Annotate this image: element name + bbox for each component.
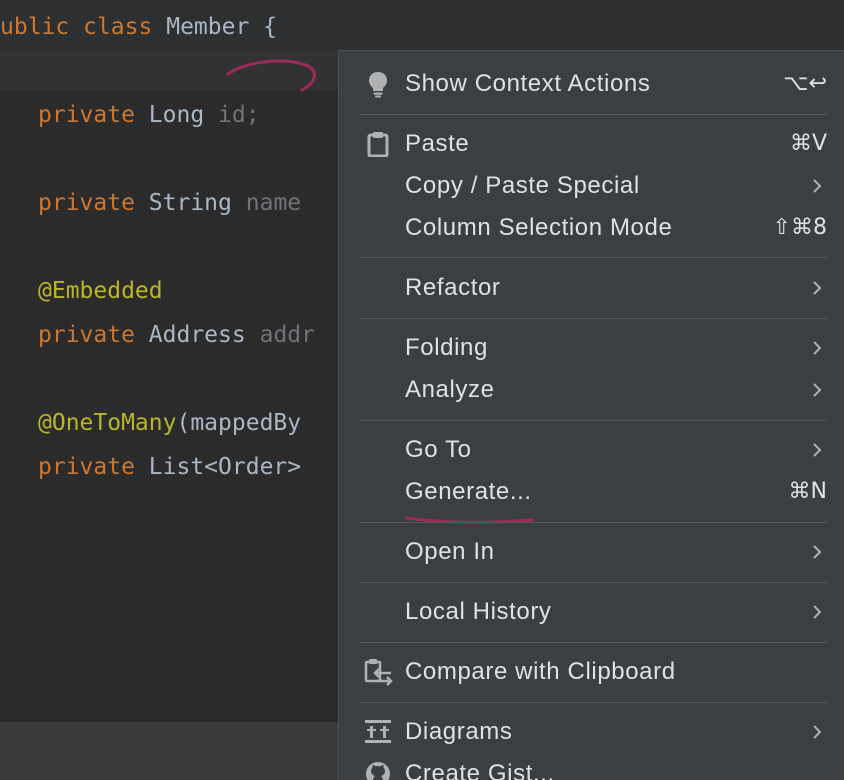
- hand-drawn-underline-mark: [405, 516, 535, 524]
- menu-separator: [361, 522, 827, 523]
- keyword: private: [38, 322, 135, 348]
- hand-drawn-circle-mark: [226, 59, 317, 92]
- code-line[interactable]: private Address addr: [38, 320, 315, 350]
- keyword: private: [38, 190, 135, 216]
- code-line[interactable]: private List<Order>: [38, 452, 301, 482]
- class-name: Member: [166, 14, 250, 40]
- menu-item-paste[interactable]: Paste ⌘V: [339, 123, 844, 165]
- chevron-right-icon: [813, 725, 822, 739]
- menu-separator: [361, 420, 827, 421]
- field-name: name: [245, 190, 302, 216]
- diagram-icon: [363, 717, 393, 747]
- menu-item-analyze[interactable]: Analyze: [339, 369, 844, 411]
- menu-item-label: Copy / Paste Special: [405, 172, 640, 199]
- field-name: addr: [259, 322, 315, 348]
- shortcut-label: ⇧⌘8: [772, 215, 827, 240]
- menu-item-label: Refactor: [405, 274, 501, 301]
- chevron-right-icon: [813, 605, 822, 619]
- editor-status-band: [0, 722, 340, 780]
- chevron-right-icon: [813, 281, 822, 295]
- menu-item-generate[interactable]: Generate... ⌘N: [339, 471, 844, 513]
- code-line[interactable]: @OneToMany(mappedBy: [38, 408, 301, 438]
- menu-separator: [361, 318, 827, 319]
- menu-item-label: Show Context Actions: [405, 70, 651, 97]
- chevron-right-icon: [813, 443, 822, 457]
- shortcut-label: ⌘N: [788, 479, 827, 504]
- keyword: private: [38, 102, 135, 128]
- menu-item-label: Analyze: [405, 376, 495, 403]
- menu-item-label: Paste: [405, 130, 470, 157]
- type-name: Address: [148, 322, 246, 348]
- chevron-right-icon: [813, 179, 822, 193]
- type-name: Long: [148, 102, 205, 128]
- menu-item-label: Folding: [405, 334, 488, 361]
- menu-item-diagrams[interactable]: Diagrams: [339, 711, 844, 753]
- menu-item-local-history[interactable]: Local History: [339, 591, 844, 633]
- menu-item-create-gist[interactable]: Create Gist...: [339, 753, 844, 780]
- keyword: class: [83, 14, 153, 40]
- shortcut-label: ⌘V: [789, 131, 827, 156]
- menu-item-label: Create Gist...: [405, 760, 555, 780]
- type-name: List<Order>: [148, 454, 302, 480]
- github-icon: [363, 759, 393, 780]
- code-line[interactable]: @Embedded: [38, 276, 163, 306]
- menu-item-open-in[interactable]: Open In: [339, 531, 844, 573]
- compare-clipboard-icon: [363, 657, 393, 687]
- keyword: private: [38, 454, 135, 480]
- chevron-right-icon: [813, 545, 822, 559]
- menu-item-folding[interactable]: Folding: [339, 327, 844, 369]
- menu-separator: [361, 257, 827, 258]
- shortcut-label: ⌥↩: [783, 71, 827, 96]
- field-name: id;: [218, 102, 260, 128]
- context-menu: Show Context Actions ⌥↩ Paste ⌘V Copy / …: [338, 50, 844, 780]
- code-line[interactable]: private String name: [38, 188, 301, 218]
- menu-item-label: Compare with Clipboard: [405, 658, 676, 685]
- menu-item-label: Go To: [405, 436, 472, 463]
- menu-item-label: Generate...: [405, 478, 532, 505]
- menu-item-refactor[interactable]: Refactor: [339, 267, 844, 309]
- menu-item-label: Local History: [405, 598, 552, 625]
- menu-separator: [361, 582, 827, 583]
- annotation-args: (mappedBy: [176, 410, 302, 436]
- annotation: @OneToMany: [38, 410, 177, 436]
- menu-item-copy-paste-special[interactable]: Copy / Paste Special: [339, 165, 844, 207]
- menu-item-label: Diagrams: [405, 718, 513, 745]
- keyword: ublic: [0, 14, 70, 40]
- menu-item-go-to[interactable]: Go To: [339, 429, 844, 471]
- code-line[interactable]: private Long id;: [38, 100, 260, 130]
- type-name: String: [148, 190, 232, 216]
- menu-item-compare-with-clipboard[interactable]: Compare with Clipboard: [339, 651, 844, 693]
- menu-item-column-selection-mode[interactable]: Column Selection Mode ⇧⌘8: [339, 207, 844, 249]
- chevron-right-icon: [813, 383, 822, 397]
- menu-item-show-context-actions[interactable]: Show Context Actions ⌥↩: [339, 63, 844, 105]
- menu-separator: [361, 702, 827, 703]
- menu-item-label: Open In: [405, 538, 495, 565]
- clipboard-icon: [363, 129, 393, 159]
- code-line-class-header[interactable]: ublic class Member {: [0, 12, 277, 42]
- annotation: @Embedded: [38, 278, 163, 304]
- chevron-right-icon: [813, 341, 822, 355]
- menu-separator: [361, 642, 827, 643]
- brace: {: [263, 14, 278, 40]
- lightbulb-icon: [363, 69, 393, 99]
- menu-item-label: Column Selection Mode: [405, 214, 673, 241]
- menu-separator: [361, 114, 827, 115]
